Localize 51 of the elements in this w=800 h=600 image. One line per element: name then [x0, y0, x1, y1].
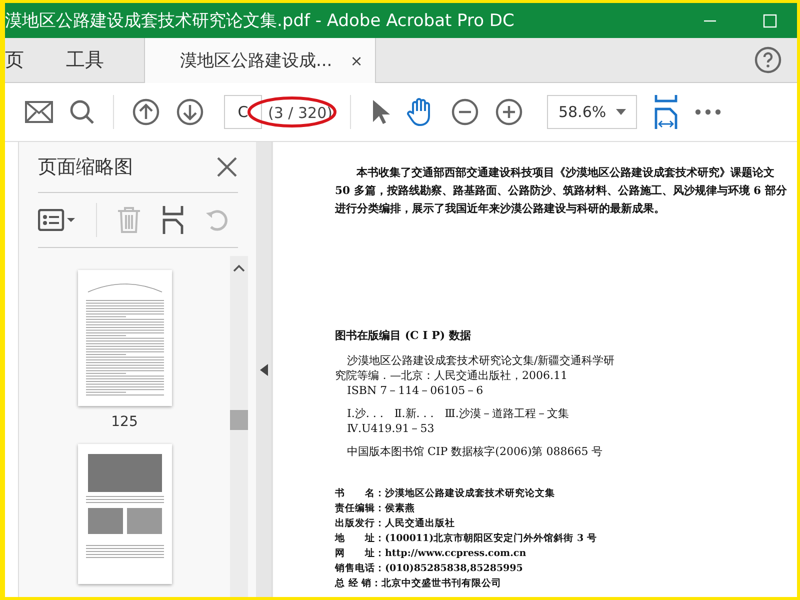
search-icon[interactable] [69, 99, 95, 125]
zoom-out-icon[interactable] [451, 98, 480, 126]
cip-number: 中国版本图书馆 CIP 数据核字(2006)第 088665 号 [346, 444, 604, 459]
colophon-value: 沙漠地区公路建设成套技术研究论文集 [385, 487, 555, 500]
colophon-value: 侯素燕 [385, 502, 415, 515]
close-icon[interactable] [216, 156, 238, 178]
arrow-down-icon[interactable] [176, 98, 204, 126]
cip-line: Ⅳ.U419.91－53 [346, 421, 436, 436]
tab[interactable]: 工具 [42, 38, 144, 82]
tab[interactable]: 漠地区公路建设成... × [144, 38, 376, 83]
colophon-label: 网 址： [335, 547, 385, 560]
colophon-label: 地 址： [335, 532, 385, 545]
cip-line: ISBN 7－114－06105－6 [346, 383, 484, 398]
page-count: (3 / 320) [268, 104, 332, 122]
arrow-up-icon[interactable] [132, 98, 160, 126]
scrollbar[interactable] [230, 256, 248, 597]
colophon-value: (100011)北京市朝阳区安定门外外馆斜街 3 号 [385, 532, 597, 545]
page-extract-icon[interactable] [161, 206, 185, 234]
colophon-label: 总 经 销： [335, 577, 382, 590]
colophon-value: http://www.ccpress.com.cn [385, 547, 526, 560]
window-title: 漠地区公路建设成套技术研究论文集.pdf - Adobe Acrobat Pro DC [5, 10, 516, 32]
colophon-value: 北京中交盛世书刊有限公司 [382, 577, 502, 590]
abstract-paragraph: 本书收集了交通部西部交通建设科技项目《沙漠地区公路建设成套技术研究》课题论文50 多篇，按路线勘察、路基路面、公路防沙、筑路材料、公路施工、风沙规律与环境 6 部分进行分类编排，展示了我国近年来沙漠公路建设与科研的最新成果。 [335, 165, 787, 217]
cip-line: Ⅰ.沙. . . Ⅱ.新. . . Ⅲ.沙漠－道路工程－文集 [346, 406, 570, 421]
fit-width-icon[interactable] [653, 95, 680, 129]
page-number-label: 125 [111, 414, 138, 430]
colophon-label: 责任编辑： [335, 502, 385, 515]
options-icon[interactable] [38, 209, 76, 231]
colophon-value: 人民交通出版社 [385, 517, 455, 530]
mail-icon[interactable] [25, 101, 53, 123]
zoom-in-icon[interactable] [495, 98, 524, 126]
panel-title: 页面缩略图 [38, 155, 133, 180]
page-thumbnail[interactable] [78, 270, 172, 406]
maximize-icon[interactable] [763, 14, 777, 28]
cip-heading: 图书在版编目 (C I P) 数据 [335, 328, 472, 343]
cip-line: 沙漠地区公路建设成套技术研究论文集/新疆交通科学研究院等编．—北京：人民交通出版社，2006.11 [335, 353, 616, 383]
zoom-dropdown[interactable]: 58.6% [547, 95, 638, 129]
triangle-left-icon[interactable] [260, 364, 268, 376]
colophon-label: 书 名： [335, 487, 385, 500]
colophon-value: (010)85285838,85285995 [385, 562, 523, 575]
colophon-label: 出版发行： [335, 517, 385, 530]
more-icon[interactable] [695, 109, 722, 115]
help-icon[interactable] [754, 46, 782, 74]
caret-down-icon[interactable] [616, 109, 626, 115]
close-tab-button[interactable]: × [350, 52, 363, 70]
scrollbar-thumb[interactable] [230, 410, 248, 430]
caret-up-icon[interactable] [233, 264, 245, 272]
tab[interactable]: 页 [5, 38, 42, 82]
colophon-label: 销售电话： [335, 562, 385, 575]
page-number-field[interactable]: C [224, 95, 262, 129]
page-thumbnail[interactable] [78, 444, 172, 584]
